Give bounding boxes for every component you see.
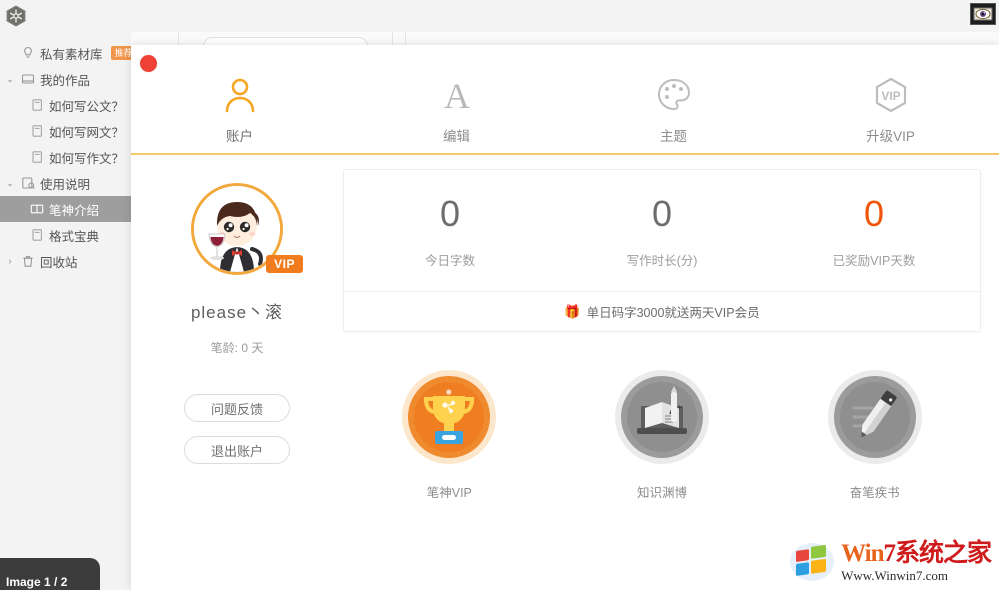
vip-badge: VIP (266, 255, 303, 273)
tab-1[interactable]: A 编辑 (348, 75, 565, 153)
tab-label: 主题 (660, 129, 687, 144)
doc-icon (30, 98, 44, 112)
sidebar-item-label: 笔神介绍 (49, 203, 100, 218)
book-icon (21, 72, 35, 86)
stat-label: 已奖励VIP天数 (832, 254, 916, 268)
eye-icon[interactable] (970, 3, 996, 25)
sidebar-item-label: 我的作品 (40, 73, 91, 88)
screen: 私有素材库 推荐 ⌄ 我的作品如何写公文？ 如何写网文？ 如何写作文？ ⌄ 使用说明笔神介绍格… (0, 0, 999, 590)
badge-label: 知识渊博 (637, 486, 688, 500)
svg-text:VIP: VIP (881, 89, 900, 103)
stat-value: 0 (439, 193, 461, 234)
badge-label: 笔神VIP (426, 486, 472, 500)
pencil-badge-icon (827, 370, 922, 469)
stats-card: 0 今日字数 0 写作时长(分) 0 已奖励VIP天数 🎁 单日码字3000就送两天VIP… (343, 169, 981, 332)
achievement-badges: 笔神VIP A+ 知识渊博 奋笔疾书 (343, 370, 981, 501)
sidebar-item-label: 回收站 (40, 255, 78, 270)
doc-icon (30, 150, 44, 164)
profile-actions: 问题反馈 退出账户 (184, 394, 290, 464)
pen-age-label: 笔龄: 0 天 (210, 341, 264, 355)
stat-value: 0 (863, 193, 885, 234)
watermark-seven: 7 (883, 540, 895, 567)
sidebar: 私有素材库 推荐 ⌄ 我的作品如何写公文？ 如何写网文？ 如何写作文？ ⌄ 使用说明笔神介绍格… (0, 32, 137, 590)
gift-icon: 🎁 (564, 303, 581, 319)
badge-1[interactable]: A+ 知识渊博 (556, 370, 769, 501)
trophy-badge-icon (402, 370, 497, 469)
badge-0[interactable]: 笔神VIP (343, 370, 556, 501)
windows-logo-icon (790, 542, 835, 581)
sidebar-item-5[interactable]: ⌄ 使用说明 (0, 170, 131, 196)
open-book-icon (30, 202, 44, 216)
manual-icon (21, 176, 35, 190)
close-icon[interactable] (140, 55, 157, 72)
avatar[interactable]: VIP (191, 183, 303, 275)
status-bar: Image 1 / 2 (0, 558, 100, 590)
svg-text:A: A (444, 76, 470, 115)
stat-label: 写作时长(分) (626, 254, 698, 268)
user-icon (220, 75, 260, 115)
promo-banner[interactable]: 🎁 单日码字3000就送两天VIP会员 (344, 291, 980, 331)
sidebar-item-7[interactable]: 格式宝典 (0, 222, 131, 248)
sidebar-item-label: 如何写网文？ (49, 125, 125, 140)
stat-1: 0 写作时长(分) (556, 196, 768, 269)
status-text: Image 1 / 2 (6, 575, 68, 589)
sidebar-item-label: 格式宝典 (49, 229, 100, 244)
palette-icon (654, 75, 694, 115)
doc-icon (30, 124, 44, 138)
chevron-icon[interactable]: › (4, 256, 16, 266)
profile-panel: VIP please丶滚 笔龄: 0 天 问题反馈退出账户 (131, 169, 343, 501)
tab-0[interactable]: 账户 (131, 75, 348, 153)
sidebar-item-label: 如何写作文？ (49, 151, 125, 166)
badge-label: 奋笔疾书 (849, 486, 900, 500)
stat-0: 0 今日字数 (344, 196, 556, 269)
trash-icon (21, 254, 35, 268)
vip-hexagon-icon: VIP (871, 75, 911, 115)
watermark-url: Www.Winwin7.com (841, 568, 949, 583)
sidebar-item-label: 使用说明 (40, 177, 91, 192)
stat-label: 今日字数 (424, 254, 475, 268)
letter-a-icon: A (437, 75, 477, 115)
tab-label: 升级VIP (866, 129, 915, 144)
sidebar-item-4[interactable]: 如何写作文？ (0, 144, 131, 170)
username: please丶滚 (190, 303, 284, 322)
chevron-icon[interactable]: ⌄ (4, 178, 16, 189)
chevron-icon[interactable]: ⌄ (4, 74, 16, 85)
dialog-tabs: 账户 A 编辑 主题 VIP 升级VIP (131, 45, 999, 153)
sidebar-item-2[interactable]: 如何写公文？ (0, 92, 131, 118)
sidebar-item-8[interactable]: › 回收站 (0, 248, 131, 274)
account-dialog: 账户 A 编辑 主题 VIP 升级VIP VIP please丶滚 笔龄: 0 … (131, 45, 999, 590)
watermark: Win7系统之家 Www.Winwin7.com (789, 540, 992, 583)
watermark-brand: Win (841, 540, 884, 567)
account-content: 0 今日字数 0 写作时长(分) 0 已奖励VIP天数 🎁 单日码字3000就送两天VIP… (343, 169, 999, 501)
logout-button[interactable]: 退出账户 (184, 436, 290, 464)
sidebar-item-label: 如何写公文？ (49, 99, 125, 114)
tab-label: 编辑 (443, 129, 470, 144)
sidebar-item-3[interactable]: 如何写网文？ (0, 118, 131, 144)
sidebar-item-1[interactable]: ⌄ 我的作品 (0, 66, 131, 92)
badge-2[interactable]: 奋笔疾书 (768, 370, 981, 501)
tab-label: 账户 (226, 129, 253, 144)
feedback-button[interactable]: 问题反馈 (184, 394, 290, 422)
dialog-body: VIP please丶滚 笔龄: 0 天 问题反馈退出账户 0 今日字数 0 写作时长… (131, 155, 999, 501)
stat-2: 0 已奖励VIP天数 (768, 196, 980, 269)
tab-2[interactable]: 主题 (565, 75, 782, 153)
tab-3[interactable]: VIP 升级VIP (782, 75, 999, 153)
bulb-icon (21, 46, 35, 60)
doc-icon (30, 228, 44, 242)
hexagon-logo-icon (3, 3, 29, 29)
svg-text:+: + (677, 403, 682, 412)
stat-value: 0 (651, 193, 673, 234)
watermark-cn: 系统之家 (894, 540, 992, 567)
sidebar-item-0[interactable]: 私有素材库 推荐 (0, 40, 137, 66)
stats-row: 0 今日字数 0 写作时长(分) 0 已奖励VIP天数 (344, 170, 980, 291)
promo-text: 单日码字3000就送两天VIP会员 (586, 306, 760, 320)
sidebar-item-6[interactable]: 笔神介绍 (0, 196, 131, 222)
book-a-plus-badge-icon: A+ (615, 370, 709, 469)
sidebar-item-label: 私有素材库 (40, 47, 103, 62)
watermark-text: Win7系统之家 Www.Winwin7.com (841, 540, 992, 583)
